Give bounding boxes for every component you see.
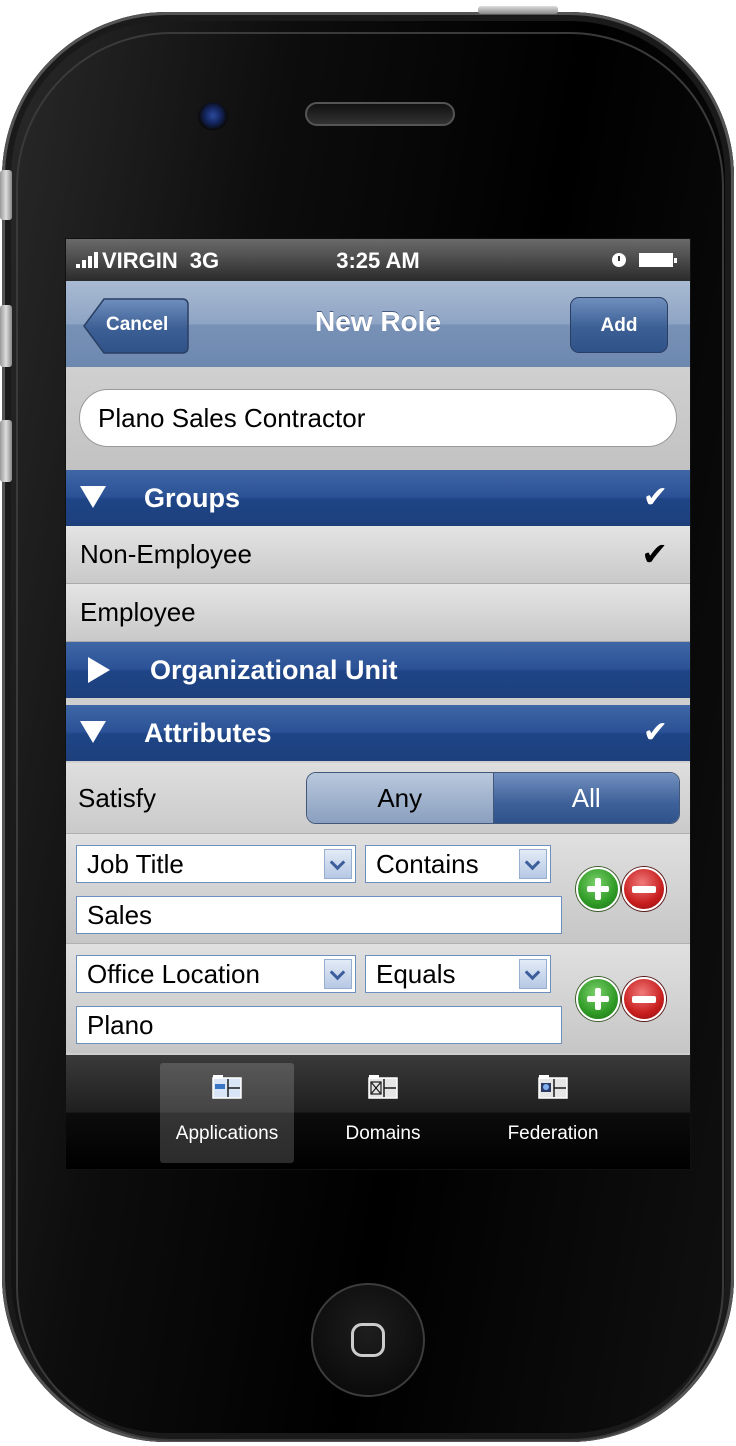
navigation-bar: Cancel New Role Add (66, 281, 690, 368)
attribute-select-value: Job Title (87, 849, 184, 879)
attribute-select[interactable]: Job Title (76, 845, 356, 883)
section-attributes-label: Attributes (144, 718, 272, 748)
segment-any[interactable]: Any (307, 773, 494, 823)
cancel-label: Cancel (106, 314, 169, 335)
list-item-label: Employee (80, 597, 196, 627)
home-button[interactable] (311, 1283, 425, 1397)
section-org-unit-label: Organizational Unit (150, 655, 398, 685)
chevron-down-icon (519, 849, 547, 879)
applications-icon (212, 1075, 242, 1099)
collapsed-triangle-icon (88, 657, 110, 683)
remove-criterion-button[interactable] (622, 867, 666, 911)
tab-bar: Applications Domains Federation (66, 1055, 690, 1169)
remove-criterion-button[interactable] (622, 977, 666, 1021)
tab-domains[interactable]: Domains (316, 1063, 450, 1163)
satisfy-row: Satisfy Any All (66, 763, 690, 833)
attribute-select-value: Office Location (87, 959, 260, 989)
list-item-label: Non-Employee (80, 539, 252, 569)
expanded-triangle-icon (80, 721, 106, 743)
checkmark-icon: ✔ (642, 716, 668, 749)
operator-select-value: Contains (376, 849, 479, 879)
phone-screen: VIRGIN 3G 3:25 AM Cancel New Role Add Pl… (65, 238, 691, 1170)
operator-select[interactable]: Contains (365, 845, 551, 883)
satisfy-segmented-control: Any All (306, 772, 680, 824)
mute-switch[interactable] (0, 170, 12, 220)
federation-icon (538, 1075, 568, 1099)
checkmark-icon: ✔ (641, 536, 668, 572)
section-groups[interactable]: Groups ✔ (66, 470, 690, 526)
domains-icon (368, 1075, 398, 1099)
criterion-row: Office Location Equals Plano (66, 943, 690, 1053)
status-time: 3:25 AM (336, 248, 420, 273)
front-camera (198, 102, 228, 132)
add-criterion-button[interactable] (576, 977, 620, 1021)
role-name-bar: Plano Sales Contractor (66, 367, 690, 470)
volume-down-button[interactable] (0, 420, 12, 482)
role-name-input[interactable]: Plano Sales Contractor (79, 389, 677, 447)
tab-label: Federation (507, 1123, 599, 1144)
status-bar: VIRGIN 3G 3:25 AM (66, 239, 690, 281)
chevron-down-icon (324, 959, 352, 989)
expanded-triangle-icon (80, 486, 106, 508)
add-criterion-button[interactable] (576, 867, 620, 911)
tab-label: Applications (175, 1123, 279, 1144)
segment-all[interactable]: All (493, 773, 679, 823)
add-button[interactable]: Add (570, 297, 668, 353)
section-groups-label: Groups (144, 483, 241, 513)
chevron-down-icon (324, 849, 352, 879)
alarm-clock-icon (612, 253, 626, 267)
checkmark-icon: ✔ (642, 481, 668, 514)
section-attributes[interactable]: Attributes ✔ (66, 705, 690, 761)
list-item-non-employee[interactable]: Non-Employee ✔ (66, 526, 690, 584)
criterion-value-input[interactable]: Plano (76, 1006, 562, 1044)
sleep-button[interactable] (478, 6, 558, 14)
satisfy-label: Satisfy (78, 783, 157, 813)
tab-applications[interactable]: Applications (160, 1063, 294, 1163)
battery-icon (639, 253, 677, 267)
list-item-employee[interactable]: Employee (66, 584, 690, 642)
home-square-icon (351, 1323, 385, 1357)
section-organizational-unit[interactable]: Organizational Unit (66, 642, 690, 698)
earpiece-speaker (305, 102, 455, 126)
volume-up-button[interactable] (0, 305, 12, 367)
criterion-value-input[interactable]: Sales (76, 896, 562, 934)
operator-select[interactable]: Equals (365, 955, 551, 993)
operator-select-value: Equals (376, 959, 456, 989)
attribute-select[interactable]: Office Location (76, 955, 356, 993)
cancel-button[interactable]: Cancel (82, 297, 190, 355)
chevron-down-icon (519, 959, 547, 989)
tab-federation[interactable]: Federation (486, 1063, 620, 1163)
criterion-row: Job Title Contains Sales (66, 833, 690, 943)
tab-label: Domains (345, 1123, 421, 1144)
